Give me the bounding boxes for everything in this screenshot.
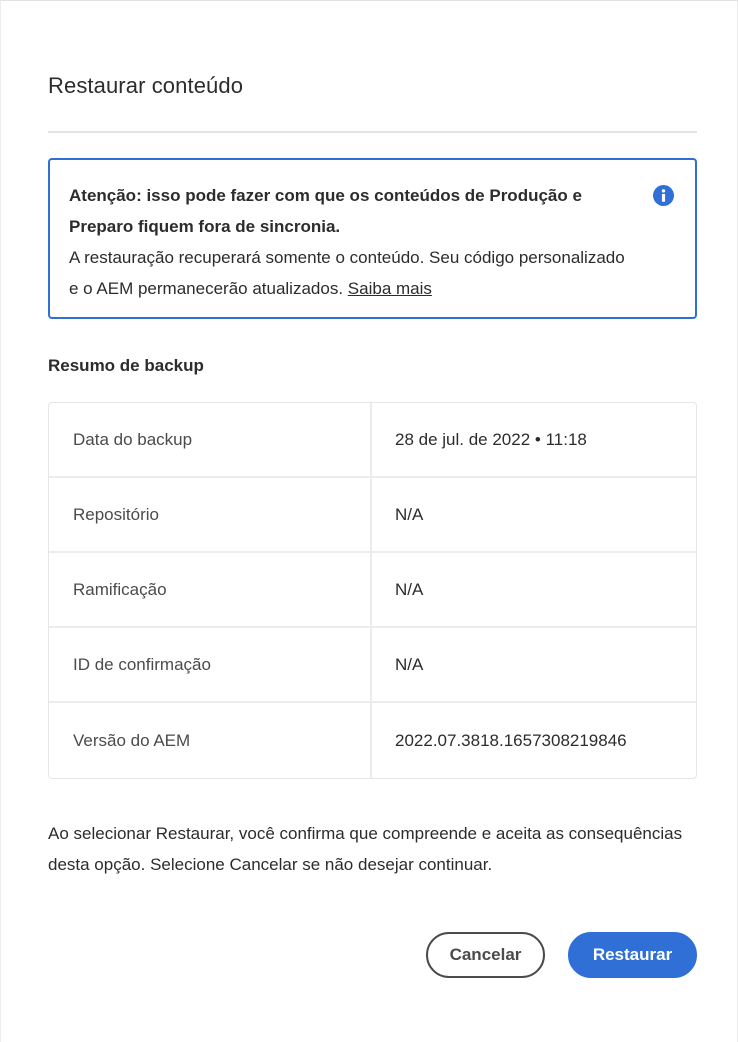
backup-date-value: 28 de jul. de 2022 • 11:18 — [372, 403, 696, 478]
commit-id-value: N/A — [372, 628, 696, 703]
table-row: Versão do AEM 2022.07.3818.1657308219846 — [49, 703, 696, 778]
backup-summary-table: Data do backup 28 de jul. de 2022 • 11:1… — [48, 402, 697, 779]
cancel-button[interactable]: Cancelar — [426, 932, 545, 978]
repository-label: Repositório — [49, 478, 372, 553]
branch-value: N/A — [372, 553, 696, 628]
info-icon — [653, 185, 674, 206]
table-row: ID de confirmação N/A — [49, 628, 696, 703]
table-row: Ramificação N/A — [49, 553, 696, 628]
aem-version-value: 2022.07.3818.1657308219846 — [395, 730, 627, 750]
alert-body: A restauração recuperará somente o conte… — [69, 242, 635, 304]
restore-content-dialog: Restaurar conteúdo Atenção: isso pode fa… — [0, 0, 738, 1042]
repository-value: N/A — [372, 478, 696, 553]
commit-id-label: ID de confirmação — [49, 628, 372, 703]
backup-date-label: Data do backup — [49, 403, 372, 478]
aem-version-label: Versão do AEM — [49, 703, 372, 778]
alert-heading: Atenção: isso pode fazer com que os cont… — [69, 186, 582, 236]
confirmation-text: Ao selecionar Restaurar, você confirma q… — [48, 824, 683, 874]
branch-label: Ramificação — [49, 553, 372, 628]
backup-summary-heading: Resumo de backup — [48, 356, 204, 375]
restore-button[interactable]: Restaurar — [568, 932, 697, 978]
title-divider — [48, 131, 697, 133]
warning-alert: Atenção: isso pode fazer com que os cont… — [48, 158, 697, 319]
dialog-title: Restaurar conteúdo — [48, 73, 244, 98]
learn-more-link[interactable]: Saiba mais — [348, 279, 432, 298]
table-row: Repositório N/A — [49, 478, 696, 553]
table-row: Data do backup 28 de jul. de 2022 • 11:1… — [49, 403, 696, 478]
